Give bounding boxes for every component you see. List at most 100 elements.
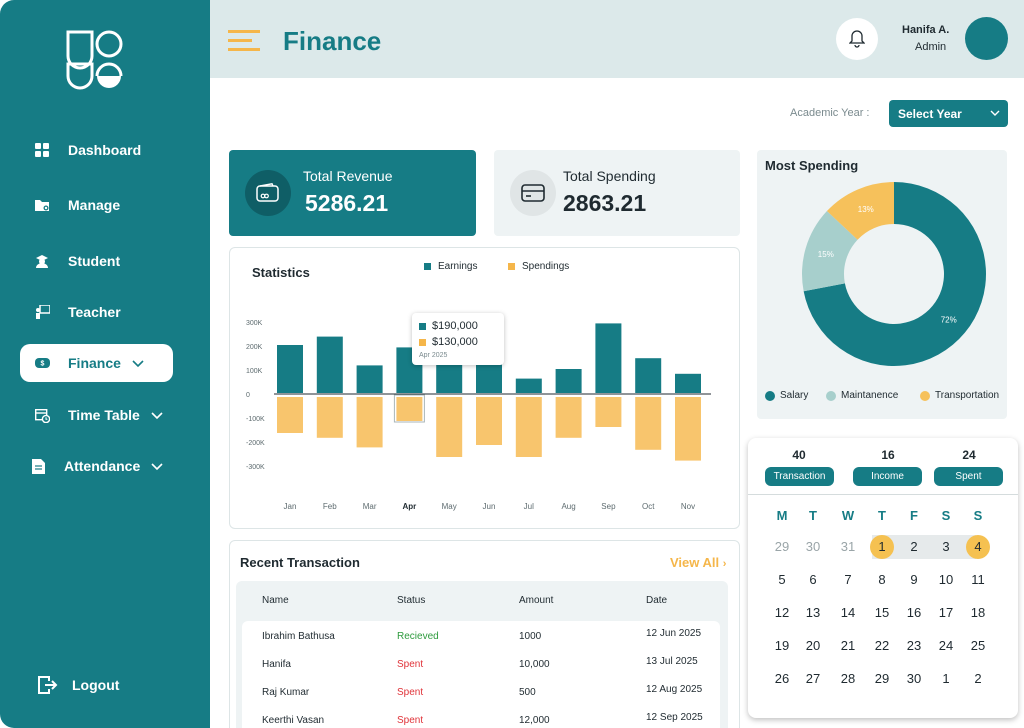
calendar-day[interactable]: 27 [801, 667, 825, 691]
spendings-bar [277, 397, 303, 433]
calendar-day[interactable]: 23 [902, 634, 926, 658]
donut-chart[interactable]: 72% 15% 13% [757, 150, 1007, 380]
calendar-day[interactable]: 22 [870, 634, 894, 658]
x-tick-label: Aug [561, 502, 575, 511]
weekday-label: T [809, 508, 817, 523]
avatar[interactable] [965, 17, 1008, 60]
calendar-day[interactable]: 2 [902, 535, 926, 559]
top-header: Finance Hanifa A. Admin [210, 0, 1024, 78]
user-name: Hanifa A. [902, 24, 950, 36]
earnings-bar [316, 336, 343, 393]
calendar-day[interactable]: 8 [870, 568, 894, 592]
calendar-day[interactable]: 6 [801, 568, 825, 592]
x-tick-label: Feb [323, 502, 337, 511]
calendar-day[interactable]: 21 [836, 634, 860, 658]
tooltip-spendings: $130,000 [432, 336, 478, 348]
tooltip-earnings: $190,000 [432, 320, 478, 332]
legend-maintanence: Maintanence [826, 390, 898, 401]
calendar-day[interactable]: 5 [770, 568, 794, 592]
sidebar-item-label: Teacher [68, 304, 121, 320]
total-spending-value: 2863.21 [563, 190, 647, 216]
calendar-day[interactable]: 26 [770, 667, 794, 691]
x-tick-label: Jul [524, 502, 534, 511]
calendar-day[interactable]: 9 [902, 568, 926, 592]
calendar-day[interactable]: 24 [934, 634, 958, 658]
calendar-day[interactable]: 14 [836, 601, 860, 625]
transaction-pill[interactable]: Transaction [765, 467, 834, 486]
cell-amount: 10,000 [519, 659, 550, 670]
calendar-day[interactable]: 3 [934, 535, 958, 559]
sidebar-item-dashboard[interactable]: Dashboard [20, 131, 173, 169]
calendar-day[interactable]: 17 [934, 601, 958, 625]
sidebar-item-label: Attendance [64, 458, 141, 474]
cell-name: Raj Kumar [262, 687, 310, 698]
school-logo [66, 30, 123, 90]
calendar-day[interactable]: 7 [836, 568, 860, 592]
y-tick-label: 100K [246, 368, 263, 375]
calendar-day[interactable]: 31 [836, 535, 860, 559]
sidebar-item-manage[interactable]: Manage [20, 186, 173, 224]
sidebar-item-finance[interactable]: $ Finance [20, 344, 173, 382]
sidebar-item-teacher[interactable]: Teacher [20, 293, 173, 331]
calendar-clock-icon [34, 407, 50, 423]
calendar-day[interactable]: 18 [966, 601, 990, 625]
calendar-day[interactable]: 4 [966, 535, 990, 559]
calendar-day[interactable]: 28 [836, 667, 860, 691]
calendar-day[interactable]: 25 [966, 634, 990, 658]
calendar-day[interactable]: 2 [966, 667, 990, 691]
academic-year-value: Select Year [898, 106, 962, 121]
chevron-down-icon [132, 360, 144, 368]
x-tick-label: Apr [403, 502, 417, 511]
money-icon: $ [34, 355, 50, 371]
calendar-day[interactable]: 12 [770, 601, 794, 625]
calendar-day[interactable]: 11 [966, 568, 990, 592]
wallet-icon [245, 170, 291, 216]
calendar-day[interactable]: 29 [770, 535, 794, 559]
calendar-day[interactable]: 20 [801, 634, 825, 658]
calendar-day[interactable]: 30 [902, 667, 926, 691]
total-revenue-card[interactable]: Total Revenue 5286.21 [229, 150, 476, 236]
spendings-bar [595, 397, 622, 427]
sidebar-item-attendance[interactable]: Attendance [16, 447, 169, 485]
earnings-bar [555, 369, 582, 393]
calendar-day[interactable]: 1 [870, 535, 894, 559]
calendar-day[interactable]: 16 [902, 601, 926, 625]
x-tick-label: Jun [483, 502, 496, 511]
sidebar-item-student[interactable]: Student [20, 242, 173, 280]
calendar-day[interactable]: 15 [870, 601, 894, 625]
sidebar-item-label: Finance [68, 355, 121, 371]
calendar-day[interactable]: 1 [934, 667, 958, 691]
cell-amount: 1000 [519, 631, 542, 642]
column-header: Status [397, 595, 426, 606]
cell-name: Ibrahim Bathusa [262, 631, 335, 642]
spent-pill[interactable]: Spent [934, 467, 1003, 486]
y-tick-label: 0 [246, 392, 250, 399]
notification-button[interactable] [836, 18, 878, 60]
academic-year-select[interactable]: Select Year [889, 100, 1008, 127]
calendar-day[interactable]: 10 [934, 568, 958, 592]
income-pill[interactable]: Income [853, 467, 922, 486]
bar-chart[interactable]: 300K 200K 100K 0 -100K -200K -300K Jan Feb Mar Apr… [230, 248, 739, 528]
logout-button[interactable]: Logout [38, 676, 119, 694]
calendar-day[interactable]: 13 [801, 601, 825, 625]
spendings-bar [396, 397, 423, 421]
calendar-day[interactable]: 29 [870, 667, 894, 691]
recent-transactions-panel: Recent Transaction View All › Name Statu… [229, 540, 740, 728]
x-tick-label: Mar [363, 502, 377, 511]
earnings-bar [595, 323, 622, 393]
weekday-label: W [841, 508, 855, 523]
menu-icon[interactable] [228, 30, 260, 52]
earnings-bar [277, 345, 303, 393]
sidebar-item-time-table[interactable]: Time Table [20, 396, 173, 434]
earnings-bar [635, 358, 662, 393]
view-all-link[interactable]: View All › [670, 555, 726, 570]
calendar-day[interactable]: 19 [770, 634, 794, 658]
chevron-down-icon [151, 412, 163, 420]
spendings-bar [316, 397, 343, 438]
chevron-down-icon [151, 463, 163, 471]
page-title: Finance [283, 26, 382, 56]
calendar-day[interactable]: 30 [801, 535, 825, 559]
total-spending-card[interactable]: Total Spending 2863.21 [494, 150, 740, 236]
academic-year-label: Academic Year : [790, 107, 870, 119]
document-icon [30, 458, 46, 474]
